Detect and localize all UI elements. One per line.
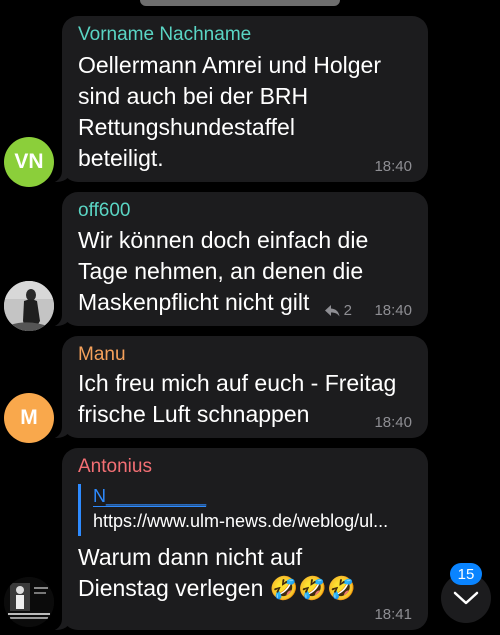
link-preview[interactable]: N__________ https://www.ulm-news.de/webl…: [78, 484, 428, 536]
message-line: beteiligt.: [78, 145, 164, 171]
message-line: Rettungshundestaffel: [78, 114, 295, 140]
message-bubble-antonius[interactable]: Antonius N__________ https://www.ulm-new…: [42, 448, 428, 631]
message-bubble-vorname[interactable]: Vorname Nachname Oellermann Amrei und Ho…: [42, 16, 428, 183]
message-line: Oellermann Amrei und Holger: [78, 52, 381, 78]
link-preview-url[interactable]: https://www.ulm-news.de/weblog/ul...: [93, 508, 428, 534]
message-time: 18:40: [374, 414, 412, 431]
message-sender[interactable]: Manu: [78, 344, 126, 366]
unread-count-badge: 15: [450, 563, 482, 585]
avatar-initials: VN: [14, 150, 44, 173]
avatar-vn[interactable]: VN: [4, 137, 54, 187]
message-text: Oellermann Amrei und Holger sind auch be…: [78, 50, 381, 174]
poster-image-icon: [4, 577, 54, 627]
avatar-m[interactable]: M: [4, 393, 54, 443]
message-time: 18:40: [374, 158, 412, 175]
message-time: 18:41: [374, 606, 412, 623]
message-text: Warum dann nicht auf Dienstag verlegen 🤣…: [78, 542, 356, 604]
reply-indicator[interactable]: 2: [324, 302, 352, 319]
message-line: Warum dann nicht auf: [78, 544, 303, 570]
image-avatar[interactable]: [4, 577, 54, 627]
message-sender[interactable]: off600: [78, 200, 130, 222]
message-bubble-manu[interactable]: Manu Ich freu mich auf euch - Freitag fr…: [42, 336, 428, 439]
message-text: Ich freu mich auf euch - Freitag frische…: [78, 368, 396, 430]
link-preview-title: N__________: [93, 486, 207, 506]
message-sender[interactable]: Antonius: [78, 456, 152, 478]
avatar-initials: M: [20, 406, 38, 429]
chevron-down-icon: [453, 591, 479, 605]
message-line: Ich freu mich auf euch - Freitag: [78, 370, 397, 396]
message-bubble-off600[interactable]: off600 Wir können doch einfach die Tage …: [42, 192, 428, 327]
message-line: sind auch bei der BRH: [78, 83, 309, 109]
message-line: Wir können doch einfach die: [78, 227, 369, 253]
reply-arrow-icon: [324, 304, 340, 316]
reply-count: 2: [343, 302, 352, 319]
person-photo-icon: [4, 281, 54, 331]
previous-message-edge: [140, 0, 340, 6]
message-line: Dienstag verlegen 🤣🤣🤣: [78, 575, 356, 601]
message-time: 18:40: [374, 302, 412, 319]
message-sender[interactable]: Vorname Nachname: [78, 24, 251, 46]
message-line: Tage nehmen, an denen die: [78, 258, 364, 284]
photo-avatar[interactable]: [4, 281, 54, 331]
message-line: frische Luft schnappen: [78, 401, 310, 427]
